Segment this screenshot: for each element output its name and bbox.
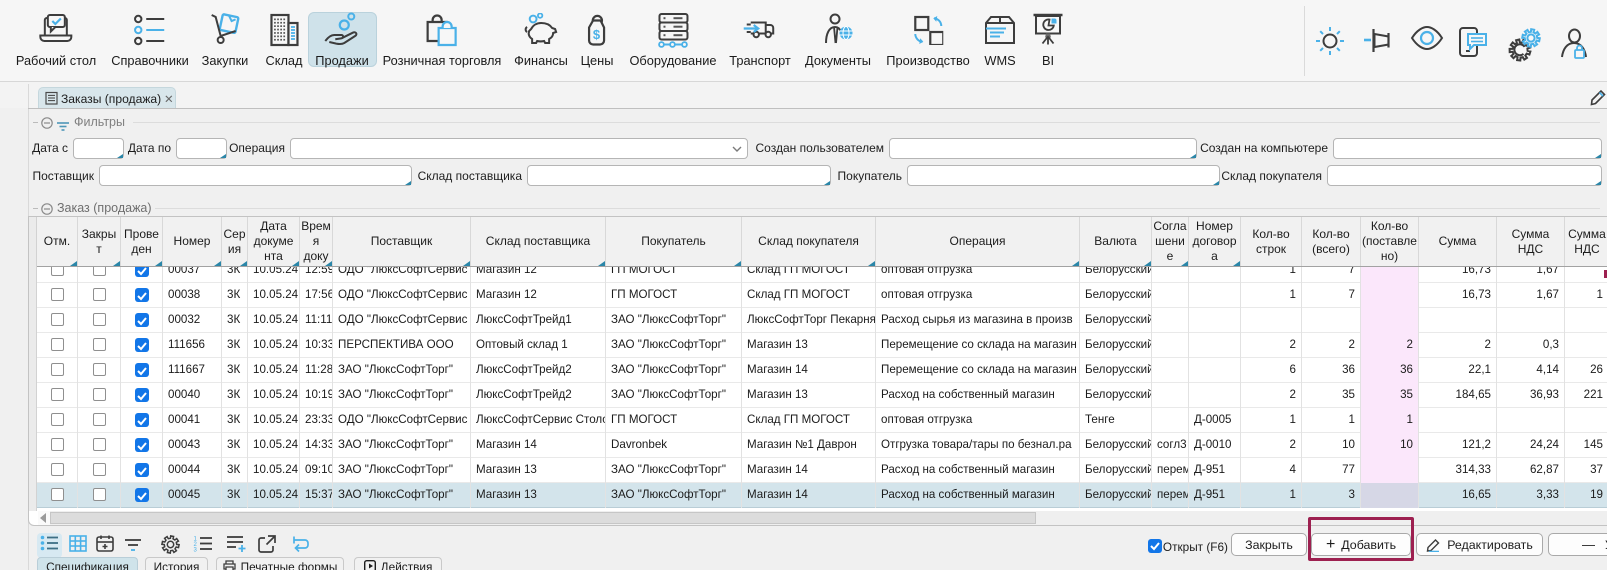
svg-text:3: 3: [194, 548, 198, 553]
svg-text:$: $: [593, 27, 601, 42]
